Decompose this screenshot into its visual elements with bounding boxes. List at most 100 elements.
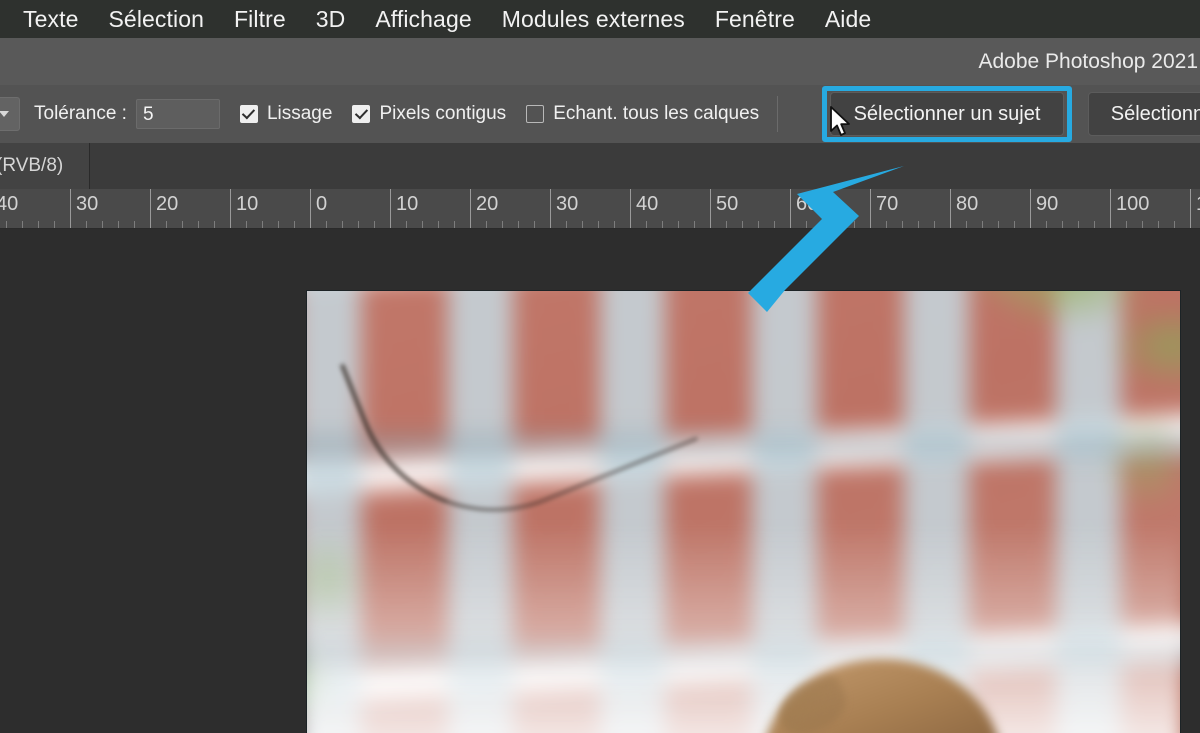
ruler-label: 20 xyxy=(476,193,499,215)
ruler-minor-tick xyxy=(854,221,855,228)
ruler-minor-tick xyxy=(934,221,935,228)
checkbox-lissage-box[interactable] xyxy=(239,105,258,123)
ruler-major-tick xyxy=(550,189,551,228)
ruler-minor-tick xyxy=(1062,221,1063,228)
ruler-minor-tick xyxy=(22,221,23,228)
ruler-minor-tick xyxy=(566,221,567,228)
menu-bar: Texte Sélection Filtre 3D Affichage Modu… xyxy=(0,0,1200,38)
ruler-major-tick xyxy=(470,189,471,228)
tolerance-input[interactable]: 5 xyxy=(135,99,220,129)
ruler-minor-tick xyxy=(726,221,727,228)
ruler-minor-tick xyxy=(518,221,519,228)
ruler-minor-tick xyxy=(646,221,647,228)
ruler-major-tick xyxy=(1110,189,1111,228)
ruler-minor-tick xyxy=(438,221,439,228)
checkbox-echantillonner-tous-les-calques[interactable]: Echant. tous les calques xyxy=(526,103,759,125)
menu-item-fenetre[interactable]: Fenêtre xyxy=(700,0,810,38)
document-tab[interactable]: (RVB/8) xyxy=(0,143,90,189)
ruler-minor-tick xyxy=(838,221,839,228)
ruler-minor-tick xyxy=(166,221,167,228)
menu-item-texte[interactable]: Texte xyxy=(8,0,93,38)
ruler-minor-tick xyxy=(54,221,55,228)
ruler-minor-tick xyxy=(342,221,343,228)
ruler-label: 80 xyxy=(956,193,979,215)
ruler-major-tick xyxy=(630,189,631,228)
ruler-minor-tick xyxy=(582,221,583,228)
ruler-major-tick xyxy=(1190,189,1191,228)
checkbox-lissage[interactable]: Lissage xyxy=(239,103,333,125)
select-and-mask-button[interactable]: Sélectionne xyxy=(1088,92,1200,136)
ruler-label: 0 xyxy=(316,193,328,215)
ruler-minor-tick xyxy=(1158,221,1159,228)
checkbox-echantillonner-label: Echant. tous les calques xyxy=(553,103,760,124)
ruler-label: 40 xyxy=(0,193,19,215)
ruler-minor-tick xyxy=(1078,221,1079,228)
ruler-minor-tick xyxy=(1094,221,1095,228)
ruler-label: 30 xyxy=(556,193,579,215)
document-canvas[interactable] xyxy=(307,291,1180,733)
ruler-minor-tick xyxy=(358,221,359,228)
ruler-label: 10 xyxy=(396,193,419,215)
menu-item-filtre[interactable]: Filtre xyxy=(219,0,301,38)
horizontal-ruler[interactable]: 403020100102030405060708090100110 xyxy=(0,189,1200,229)
checkbox-echantillonner-box[interactable] xyxy=(526,105,545,123)
ruler-minor-tick xyxy=(758,221,759,228)
menu-item-selection[interactable]: Sélection xyxy=(93,0,219,38)
ruler-minor-tick xyxy=(38,221,39,228)
ruler-minor-tick xyxy=(294,221,295,228)
ruler-label: 40 xyxy=(636,193,659,215)
ruler-minor-tick xyxy=(678,221,679,228)
chevron-down-icon xyxy=(0,111,9,117)
checkbox-pixels-contigus-label: Pixels contigus xyxy=(379,103,507,124)
ruler-minor-tick xyxy=(502,221,503,228)
ruler-minor-tick xyxy=(1014,221,1015,228)
menu-item-3d[interactable]: 3D xyxy=(301,0,361,38)
ruler-minor-tick xyxy=(118,221,119,228)
document-tab-bar: (RVB/8) xyxy=(0,143,1200,189)
ruler-major-tick xyxy=(310,189,311,228)
document-tab-label: (RVB/8) xyxy=(0,155,64,176)
checkbox-lissage-label: Lissage xyxy=(266,103,333,124)
ruler-minor-tick xyxy=(806,221,807,228)
options-divider xyxy=(777,96,779,132)
ruler-major-tick xyxy=(710,189,711,228)
ruler-minor-tick xyxy=(694,221,695,228)
ruler-minor-tick xyxy=(86,221,87,228)
ruler-label: 10 xyxy=(236,193,259,215)
ruler-minor-tick xyxy=(214,221,215,228)
ruler-minor-tick xyxy=(454,221,455,228)
photoshop-window: Texte Sélection Filtre 3D Affichage Modu… xyxy=(0,0,1200,733)
ruler-label: 70 xyxy=(876,193,899,215)
ruler-minor-tick xyxy=(598,221,599,228)
ruler-minor-tick xyxy=(406,221,407,228)
tool-preset-picker[interactable] xyxy=(0,97,20,131)
app-title: Adobe Photoshop 2021 xyxy=(978,49,1198,73)
ruler-minor-tick xyxy=(326,221,327,228)
checkbox-pixels-contigus[interactable]: Pixels contigus xyxy=(352,103,506,125)
ruler-minor-tick xyxy=(1142,221,1143,228)
ruler-label: 90 xyxy=(1036,193,1059,215)
ruler-label: 50 xyxy=(716,193,739,215)
checkbox-pixels-contigus-box[interactable] xyxy=(352,105,371,123)
ruler-minor-tick xyxy=(662,221,663,228)
ruler-major-tick xyxy=(950,189,951,228)
menu-item-modules-externes[interactable]: Modules externes xyxy=(487,0,700,38)
ruler-major-tick xyxy=(870,189,871,228)
ruler-minor-tick xyxy=(886,221,887,228)
menu-item-aide[interactable]: Aide xyxy=(810,0,886,38)
ruler-major-tick xyxy=(150,189,151,228)
ruler-minor-tick xyxy=(774,221,775,228)
ruler-minor-tick xyxy=(1126,221,1127,228)
tolerance-label: Tolérance : xyxy=(34,103,127,124)
ruler-minor-tick xyxy=(486,221,487,228)
ruler-major-tick xyxy=(390,189,391,228)
ruler-label: 30 xyxy=(76,193,99,215)
ruler-minor-tick xyxy=(982,221,983,228)
canvas-workspace[interactable] xyxy=(0,229,1200,733)
menu-item-affichage[interactable]: Affichage xyxy=(360,0,486,38)
ruler-minor-tick xyxy=(742,221,743,228)
ruler-minor-tick xyxy=(278,221,279,228)
ruler-label: 20 xyxy=(156,193,179,215)
select-subject-button[interactable]: Sélectionner un sujet xyxy=(830,92,1064,136)
ruler-minor-tick xyxy=(102,221,103,228)
